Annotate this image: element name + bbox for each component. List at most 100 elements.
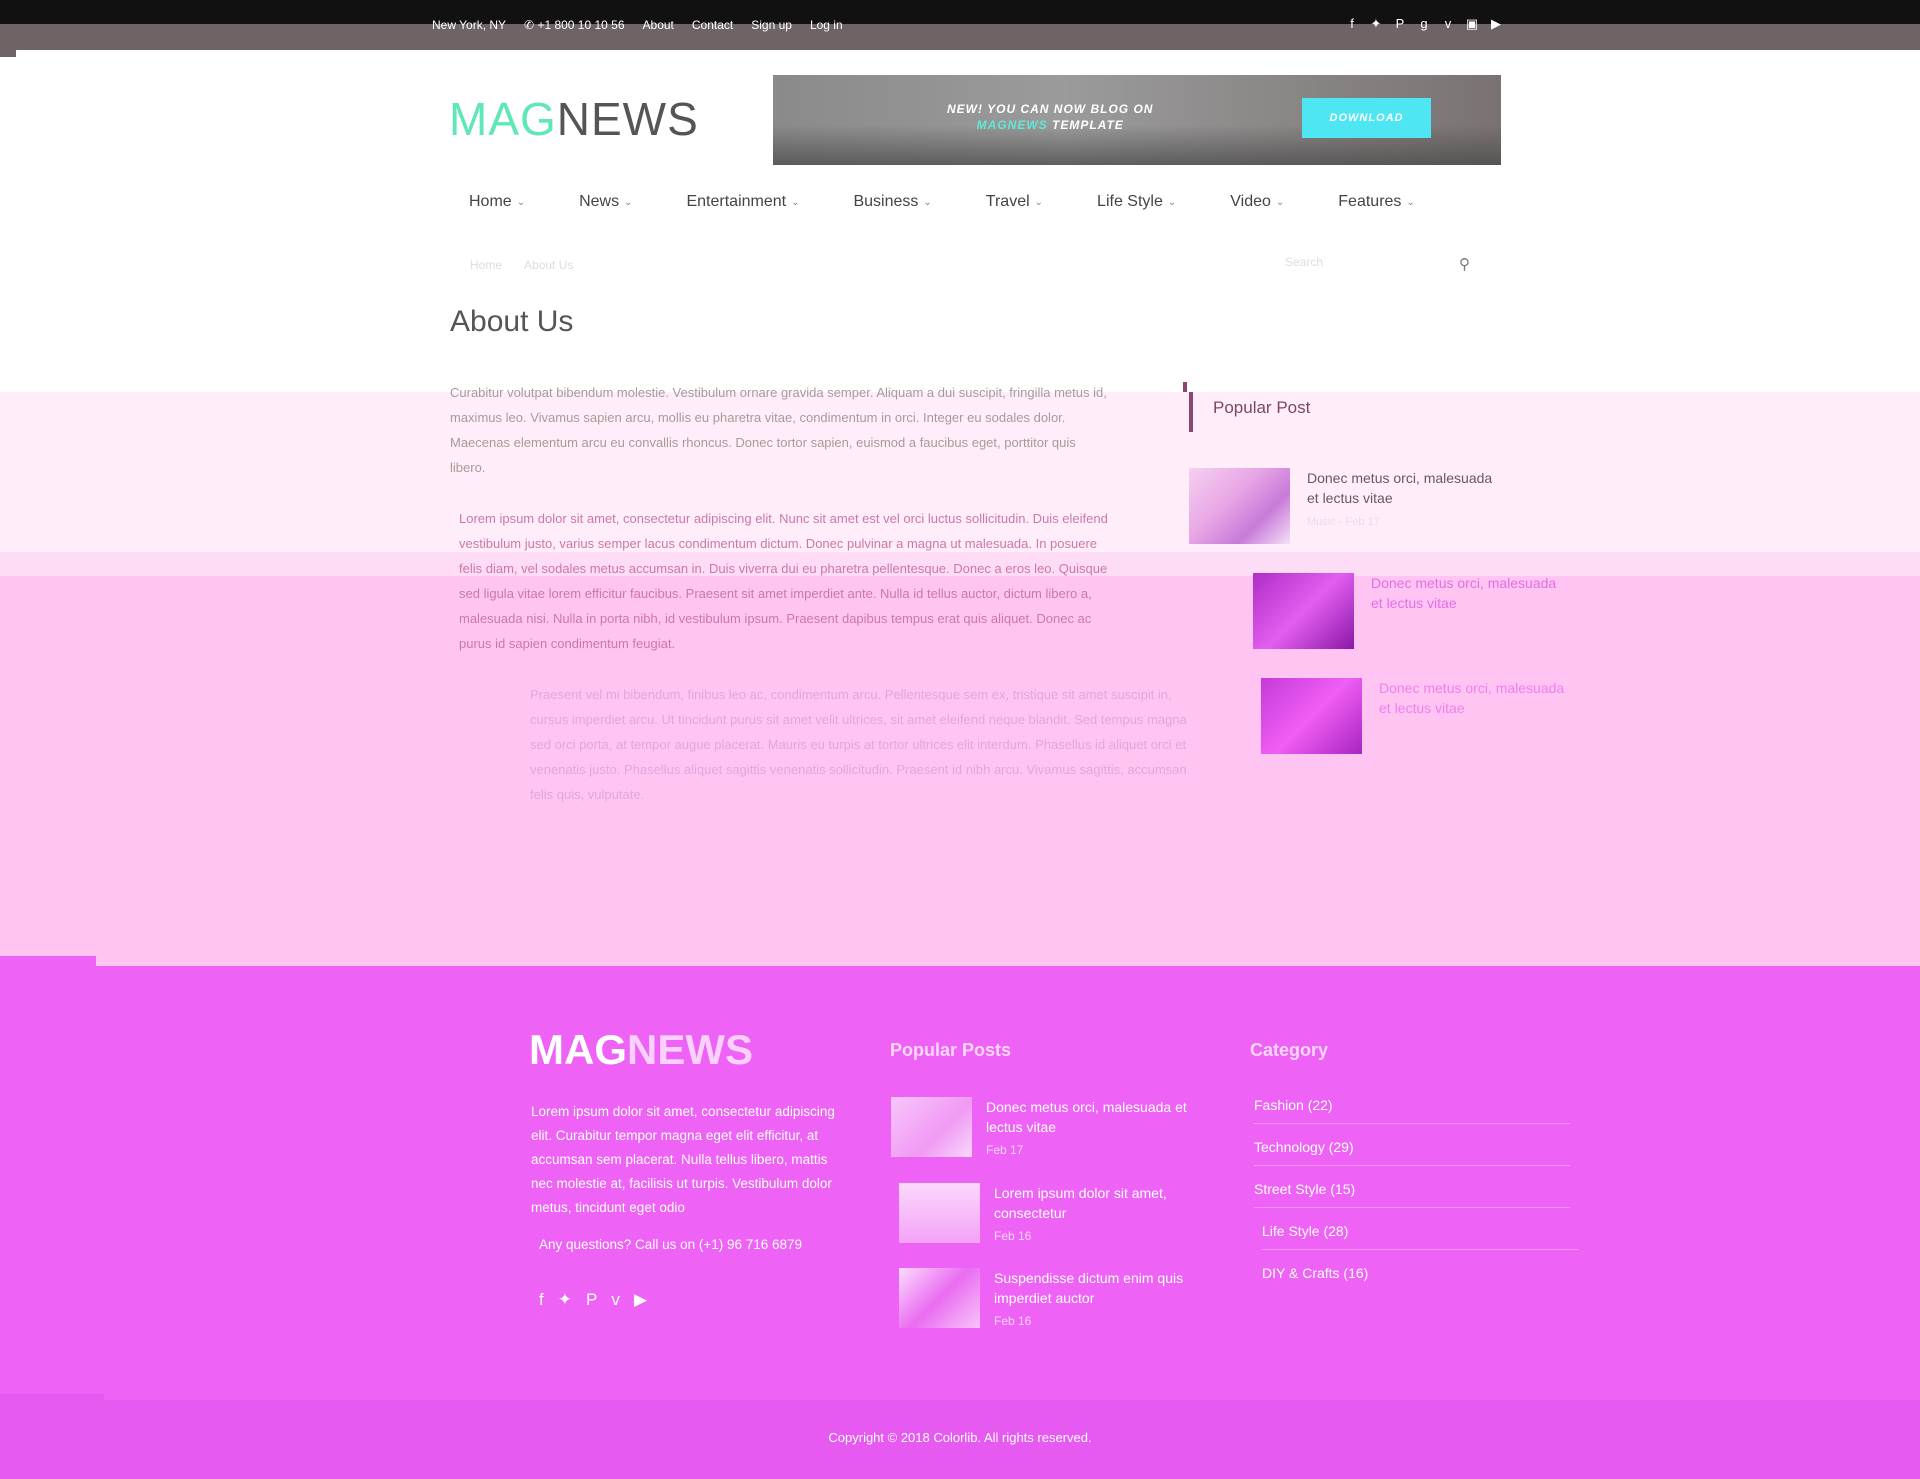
footer-post[interactable]: Donec metus orci, malesuada et lectus vi… [891, 1097, 1196, 1157]
category-item[interactable]: DIY & Crafts (16) [1262, 1265, 1578, 1291]
twitter-icon[interactable]: ✦ [558, 1290, 572, 1310]
signup-link[interactable]: Sign up [751, 18, 792, 32]
breadcrumb-current: About Us [524, 258, 574, 272]
nav-label: Features [1338, 193, 1402, 210]
breadcrumb-home[interactable]: Home [470, 258, 502, 272]
post-thumbnail[interactable] [899, 1268, 980, 1328]
logo-news: NEWS [556, 93, 699, 145]
post-thumbnail[interactable] [1189, 468, 1290, 544]
contact-link[interactable]: Contact [692, 18, 733, 32]
title-accent [1183, 382, 1187, 392]
about-paragraph: Curabitur volutpat bibendum molestie. Ve… [450, 385, 1107, 475]
banner-text: NEW! YOU CAN NOW BLOG ON MAGNEWS TEMPLAT… [947, 101, 1153, 133]
nav-label: Video [1230, 193, 1271, 210]
sidebar-post[interactable]: Donec metus orci, malesuada et lectus vi… [1189, 468, 1507, 544]
category-item[interactable]: Life Style (28) [1262, 1223, 1578, 1250]
twitter-icon[interactable]: ✦ [1369, 16, 1383, 32]
top-bar-info: New York, NY ✆ +1 800 10 10 56 About Con… [432, 18, 843, 32]
location-text: New York, NY [432, 18, 507, 32]
pinterest-icon[interactable]: P [586, 1290, 597, 1310]
chevron-down-icon: ⌄ [516, 196, 526, 208]
top-social-icons: f ✦ P g v ▣ ▶ [1345, 16, 1503, 32]
nav-label: Home [469, 193, 512, 210]
download-button[interactable]: DOWNLOAD [1302, 98, 1431, 138]
banner-brand: MAGNEWS [976, 118, 1048, 132]
post-title[interactable]: Lorem ipsum dolor sit amet, consectetur [994, 1183, 1204, 1223]
pinterest-icon[interactable]: P [1393, 16, 1407, 32]
facebook-icon[interactable]: f [1345, 16, 1359, 32]
facebook-icon[interactable]: f [539, 1290, 544, 1310]
about-paragraph: Lorem ipsum dolor sit amet, consectetur … [459, 511, 1108, 651]
header-banner[interactable]: NEW! YOU CAN NOW BLOG ON MAGNEWS TEMPLAT… [773, 75, 1501, 165]
top-bar-strip [0, 24, 1920, 50]
search-box[interactable]: Search ⚲ [1285, 255, 1470, 279]
chevron-down-icon: ⌄ [624, 196, 633, 208]
chevron-down-icon: ⌄ [791, 196, 800, 208]
sidebar-title: Popular Post [1183, 382, 1311, 432]
footer-post[interactable]: Suspendisse dictum enim quis imperdiet a… [899, 1268, 1204, 1328]
nav-travel[interactable]: Travel ⌄ [966, 193, 1043, 211]
top-bar: New York, NY ✆ +1 800 10 10 56 About Con… [0, 0, 1920, 57]
footer-post[interactable]: Lorem ipsum dolor sit amet, consectetur … [899, 1183, 1204, 1243]
youtube-icon[interactable]: ▶ [1489, 16, 1503, 32]
post-title[interactable]: Suspendisse dictum enim quis imperdiet a… [994, 1268, 1204, 1308]
footer-category-title: Category [1250, 1040, 1329, 1060]
nav-label: Life Style [1097, 193, 1163, 210]
chevron-down-icon: ⌄ [1167, 196, 1177, 208]
about-link[interactable]: About [643, 18, 674, 32]
nav-life-style[interactable]: Life Style ⌄ [1077, 193, 1176, 211]
login-link[interactable]: Log in [810, 18, 843, 32]
site-logo[interactable]: MAGNEWS [449, 92, 699, 146]
post-title[interactable]: Donec metus orci, malesuada et lectus vi… [1307, 468, 1507, 508]
phone-number: +1 800 10 10 56 [537, 18, 625, 32]
nav-video[interactable]: Video ⌄ [1210, 193, 1284, 211]
post-thumbnail[interactable] [1261, 678, 1362, 754]
post-title[interactable]: Donec metus orci, malesuada et lectus vi… [1371, 573, 1571, 613]
post-date: Feb 16 [994, 1229, 1032, 1243]
search-icon[interactable]: ⚲ [1459, 255, 1470, 273]
nav-label: News [579, 193, 620, 210]
category-item[interactable]: Technology (29) [1254, 1139, 1570, 1166]
nav-entertainment[interactable]: Entertainment ⌄ [666, 193, 799, 211]
post-thumbnail[interactable] [899, 1183, 980, 1243]
footer-about-text: Lorem ipsum dolor sit amet, consectetur … [531, 1104, 835, 1215]
nav-business[interactable]: Business ⌄ [833, 193, 931, 211]
post-date: Feb 17 [986, 1143, 1024, 1157]
post-title[interactable]: Donec metus orci, malesuada et lectus vi… [1379, 678, 1579, 718]
category-item[interactable]: Street Style (15) [1254, 1181, 1570, 1208]
bottom-bar-notch [0, 1394, 104, 1400]
chevron-down-icon: ⌄ [1034, 196, 1044, 208]
post-thumbnail[interactable] [1253, 573, 1354, 649]
sidebar-post[interactable]: Donec metus orci, malesuada et lectus vi… [1253, 573, 1571, 649]
search-input[interactable]: Search [1285, 255, 1323, 269]
page-title: About Us [450, 305, 574, 338]
logo-mag: MAG [449, 93, 557, 145]
post-meta: Music - Feb 17 [1307, 516, 1380, 528]
about-content: Curabitur volutpat bibendum molestie. Ve… [450, 380, 1187, 833]
footer-logo-mag: MAG [529, 1026, 627, 1073]
category-item[interactable]: Fashion (22) [1254, 1097, 1570, 1124]
nav-news[interactable]: News ⌄ [559, 193, 632, 211]
google-plus-icon[interactable]: g [1417, 16, 1431, 32]
vimeo-icon[interactable]: v [1441, 16, 1455, 32]
footer-social-icons: f ✦ P v ▶ [539, 1290, 647, 1310]
sidebar-title-text: Popular Post [1213, 398, 1311, 417]
post-thumbnail[interactable] [891, 1097, 972, 1157]
sidebar-post[interactable]: Donec metus orci, malesuada et lectus vi… [1261, 678, 1579, 754]
phone-text: ✆ +1 800 10 10 56 [524, 18, 625, 32]
main-nav: Home ⌄ News ⌄ Entertainment ⌄ Business ⌄ Tra… [449, 193, 1449, 211]
post-title[interactable]: Donec metus orci, malesuada et lectus vi… [986, 1097, 1196, 1137]
nav-home[interactable]: Home ⌄ [449, 193, 525, 211]
banner-line1: YOU CAN NOW BLOG ON [983, 102, 1154, 116]
footer-contact-text: Any questions? Call us on (+1) 96 716 68… [539, 1237, 803, 1252]
instagram-icon[interactable]: ▣ [1465, 16, 1479, 32]
footer-logo[interactable]: MAGNEWS [529, 1026, 753, 1074]
chevron-down-icon: ⌄ [1406, 196, 1415, 208]
nav-features[interactable]: Features ⌄ [1318, 193, 1415, 211]
youtube-icon[interactable]: ▶ [634, 1290, 647, 1310]
top-bar-notch [0, 49, 16, 57]
chevron-down-icon: ⌄ [923, 196, 932, 208]
footer-notch [0, 956, 96, 966]
vimeo-icon[interactable]: v [611, 1290, 620, 1310]
chevron-down-icon: ⌄ [1275, 196, 1285, 208]
